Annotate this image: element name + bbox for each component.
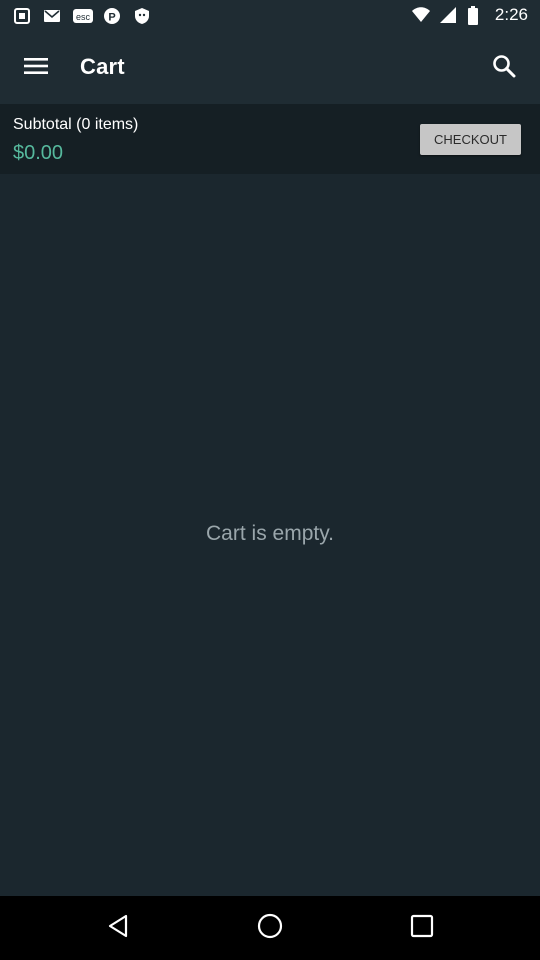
mail-icon [42,6,62,26]
home-button[interactable] [250,908,290,948]
back-button[interactable] [98,908,138,948]
status-bar: esc P 2:26 [0,0,540,32]
shield-icon [132,6,152,26]
search-button[interactable] [482,46,526,90]
back-icon [104,912,132,945]
menu-button[interactable] [16,46,56,90]
battery-icon [467,6,485,25]
checkout-button[interactable]: CHECKOUT [420,124,521,155]
subtotal-bar: Subtotal (0 items) $0.00 CHECKOUT [0,104,540,174]
pinterest-icon: P [102,6,122,26]
svg-text:P: P [108,12,115,24]
status-system: 2:26 [411,5,528,25]
system-nav-bar [0,896,540,960]
signal-icon [439,6,457,24]
app-toolbar: Cart [0,32,540,104]
status-notifications: esc P [12,6,152,26]
search-icon [491,53,517,84]
menu-icon [24,56,48,81]
empty-cart-message: Cart is empty. [206,522,334,545]
subtotal-label: Subtotal (0 items) [13,116,139,133]
cart-screen: esc P 2:26 Cart Subtotal (0 items) $0.00… [0,0,540,960]
recent-apps-button[interactable] [402,908,442,948]
page-title: Cart [80,54,125,79]
subtotal-amount: $0.00 [13,142,64,164]
notification-icon [12,6,32,26]
esc-icon: esc [72,6,93,26]
wifi-icon [411,6,430,24]
recent-apps-icon [409,913,435,944]
svg-text:esc: esc [76,12,91,22]
cart-content: Cart is empty. [0,174,540,896]
home-icon [256,912,284,945]
status-time: 2:26 [494,5,528,24]
